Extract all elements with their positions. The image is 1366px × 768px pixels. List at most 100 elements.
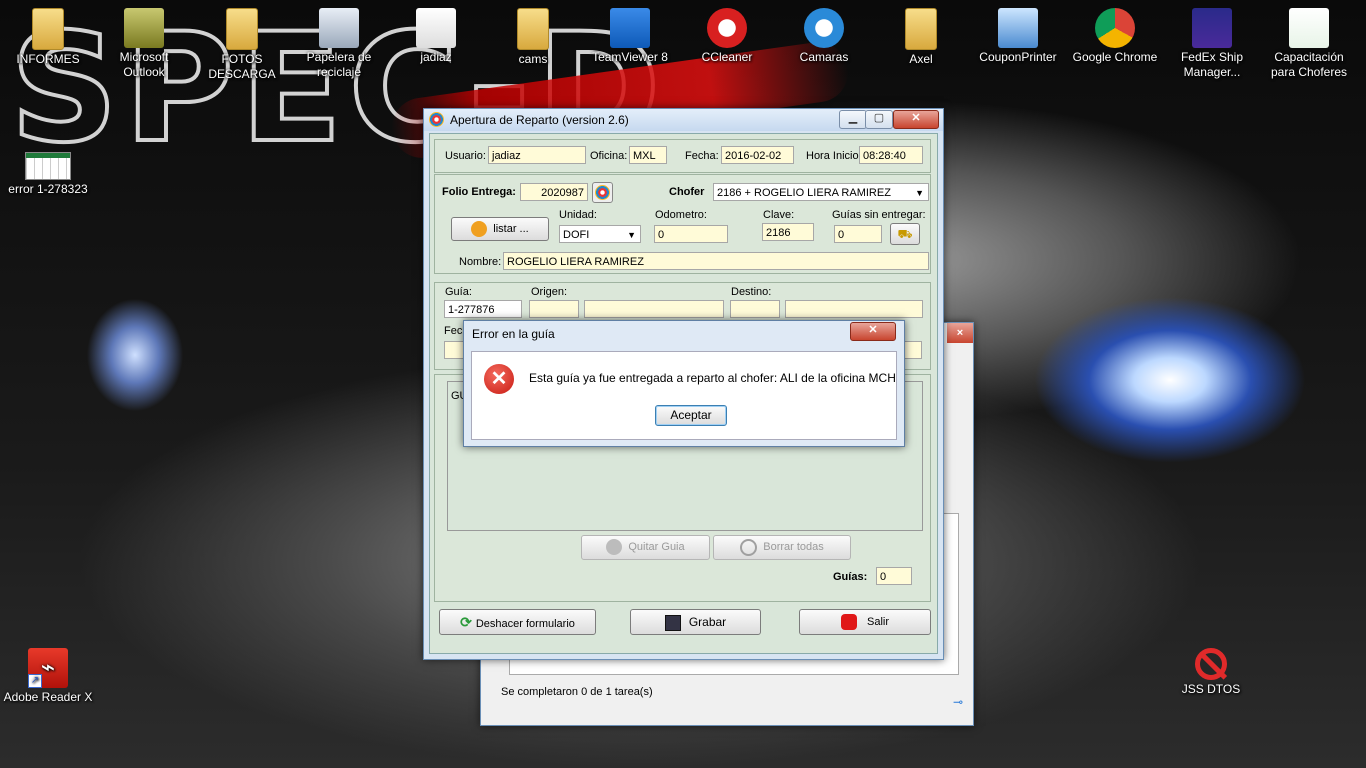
teamviewer-icon — [610, 8, 650, 48]
desktop-icon-fedex-ship-manager[interactable]: FedEx Ship Manager... — [1166, 8, 1258, 80]
desktop-icon-label: Google Chrome — [1072, 50, 1158, 64]
unidad-label: Unidad: — [559, 209, 597, 221]
close-button[interactable]: ✕ — [893, 110, 939, 129]
folio-field: 2020987 — [520, 183, 588, 201]
borrar-todas-label: Borrar todas — [763, 541, 824, 553]
spreadsheet-icon — [1289, 8, 1329, 48]
quitar-guia-label: Quitar Guia — [628, 541, 685, 553]
desktop-icon-label: Capacitación para Choferes — [1270, 50, 1348, 79]
folio-label: Folio Entrega: — [442, 186, 516, 198]
desktop-icon-microsoft-outlook[interactable]: Microsoft Outlook — [98, 8, 190, 80]
dialog-close-button[interactable]: ✕ — [850, 322, 896, 341]
firefox-file-icon — [416, 8, 456, 48]
ccleaner-icon — [707, 8, 747, 48]
minus-circle-icon — [606, 539, 623, 556]
shortcut-arrow-icon: ↗ — [28, 674, 42, 688]
desktop-icon-cams[interactable]: cams — [487, 8, 579, 67]
origen-name-field — [584, 300, 724, 318]
desktop-icon-capacitaci-n-para-choferes[interactable]: Capacitación para Choferes — [1263, 8, 1355, 80]
desktop-icon-papelera-de-reciclaje[interactable]: Papelera de reciclaje — [293, 8, 385, 80]
desktop-icon-jss-dtos[interactable]: JSS DTOS — [1165, 648, 1257, 697]
undo-arrow-icon — [471, 221, 488, 238]
folder-icon — [517, 8, 549, 50]
refresh-folio-button[interactable] — [592, 182, 613, 203]
grabar-button[interactable]: Grabar — [630, 609, 761, 635]
origen-label: Origen: — [531, 286, 568, 298]
stop-icon — [840, 614, 857, 631]
desktop-icon-camaras[interactable]: Camaras — [778, 8, 870, 65]
desktop-icon-fotos-descarga[interactable]: FOTOS DESCARGA — [196, 8, 288, 82]
aceptar-button[interactable]: Aceptar — [655, 405, 727, 426]
listar-button[interactable]: listar ... — [451, 217, 549, 241]
chrome-style-icon — [595, 185, 610, 200]
guia-input[interactable]: 1-277876 — [444, 300, 522, 318]
nombre-label: Nombre: — [459, 256, 502, 268]
desktop-icon-ccleaner[interactable]: CCleaner — [681, 8, 773, 65]
window-title: Apertura de Reparto (version 2.6) — [450, 113, 629, 127]
error-dialog: Error en la guía ✕ ✕ Esta guía ya fue en… — [463, 320, 905, 447]
spreadsheet-icon — [25, 152, 71, 180]
computer-icon — [998, 8, 1038, 48]
desktop-icon-axel[interactable]: Axel — [875, 8, 967, 67]
usuario-field: jadiaz — [488, 146, 586, 164]
nombre-field: ROGELIO LIERA RAMIREZ — [503, 252, 929, 270]
desktop-icon-teamviewer-8[interactable]: TeamViewer 8 — [584, 8, 676, 65]
salir-button[interactable]: Salir — [799, 609, 931, 635]
dialog-titlebar[interactable]: Error en la guía ✕ — [464, 321, 904, 347]
desktop-icon-label: FOTOS DESCARGA — [208, 52, 276, 81]
hora-inicio-field: 08:28:40 — [859, 146, 923, 164]
desktop-icon-couponprinter[interactable]: CouponPrinter — [972, 8, 1064, 65]
fecha-label: Fecha: — [685, 150, 719, 162]
destino-name-field — [785, 300, 923, 318]
folder-icon — [226, 8, 258, 50]
salir-label: Salir — [866, 616, 889, 628]
desktop-icon-label: Papelera de reciclaje — [306, 50, 372, 79]
pin-icon[interactable]: ⊸ — [953, 695, 963, 709]
odometro-field[interactable]: 0 — [654, 225, 728, 243]
desktop-icon-adobe-reader[interactable]: ⌁ ↗ Adobe Reader X — [2, 648, 94, 705]
outlook-icon — [124, 8, 164, 48]
borrar-todas-button[interactable]: Borrar todas — [713, 535, 851, 560]
chofer-panel: Folio Entrega: 2020987 Chofer 2186 + ROG… — [434, 174, 931, 274]
unidad-select[interactable]: DOFI ▼ — [559, 225, 641, 243]
desktop-icon-label: jadiaz — [420, 50, 452, 64]
chofer-select[interactable]: 2186 + ROGELIO LIERA RAMIREZ ▼ — [713, 183, 929, 201]
destino-code-field — [730, 300, 780, 318]
desktop-icon-error-file[interactable]: error 1-278323 — [2, 152, 94, 197]
guias-count-label: Guías: — [833, 571, 868, 583]
odometro-label: Odometro: — [655, 209, 707, 221]
recycle-bin-icon — [319, 8, 359, 48]
error-icon: ✕ — [484, 364, 514, 394]
folder-icon — [905, 8, 937, 50]
quitar-guia-button[interactable]: Quitar Guia — [581, 535, 710, 560]
desktop-icon-jadiaz[interactable]: jadiaz — [390, 8, 482, 65]
desktop-icon-label: CCleaner — [701, 50, 753, 64]
desktop-icon-label: error 1-278323 — [8, 182, 88, 196]
dialog-body: ✕ Esta guía ya fue entregada a reparto a… — [471, 351, 897, 440]
dialog-message: Esta guía ya fue entregada a reparto al … — [529, 371, 896, 385]
chrome-icon — [1095, 8, 1135, 48]
oficina-label: Oficina: — [590, 150, 628, 162]
chofer-label: Chofer — [669, 186, 705, 198]
close-button[interactable]: × — [947, 323, 973, 343]
progress-status: Se completaron 0 de 1 tarea(s) — [501, 686, 653, 698]
chofer-select-value: 2186 + ROGELIO LIERA RAMIREZ — [717, 187, 891, 199]
forklift-button[interactable]: ⛟ — [890, 223, 920, 245]
clave-field[interactable]: 2186 — [762, 223, 814, 241]
chevron-down-icon: ▼ — [915, 188, 924, 198]
desktop-icon-informes[interactable]: INFORMES — [2, 8, 94, 67]
usuario-label: Usuario: — [445, 150, 486, 162]
clave-label: Clave: — [763, 209, 795, 221]
maximize-button[interactable]: ▢ — [865, 110, 893, 129]
prohibited-icon — [1195, 648, 1228, 680]
grabar-label: Grabar — [688, 615, 727, 629]
forklift-icon: ⛟ — [897, 227, 913, 241]
desktop-icon-label: Adobe Reader X — [3, 690, 93, 704]
window-titlebar[interactable]: Apertura de Reparto (version 2.6) ▁ ▢ ✕ — [424, 109, 943, 131]
deshacer-formulario-button[interactable]: ⟳ Deshacer formulario — [439, 609, 596, 635]
destino-label: Destino: — [731, 286, 772, 298]
minimize-button[interactable]: ▁ — [839, 110, 867, 129]
desktop-icon-google-chrome[interactable]: Google Chrome — [1069, 8, 1161, 65]
desktop-icon-label: FedEx Ship Manager... — [1180, 50, 1244, 79]
deshacer-label: Deshacer formulario — [475, 618, 575, 630]
